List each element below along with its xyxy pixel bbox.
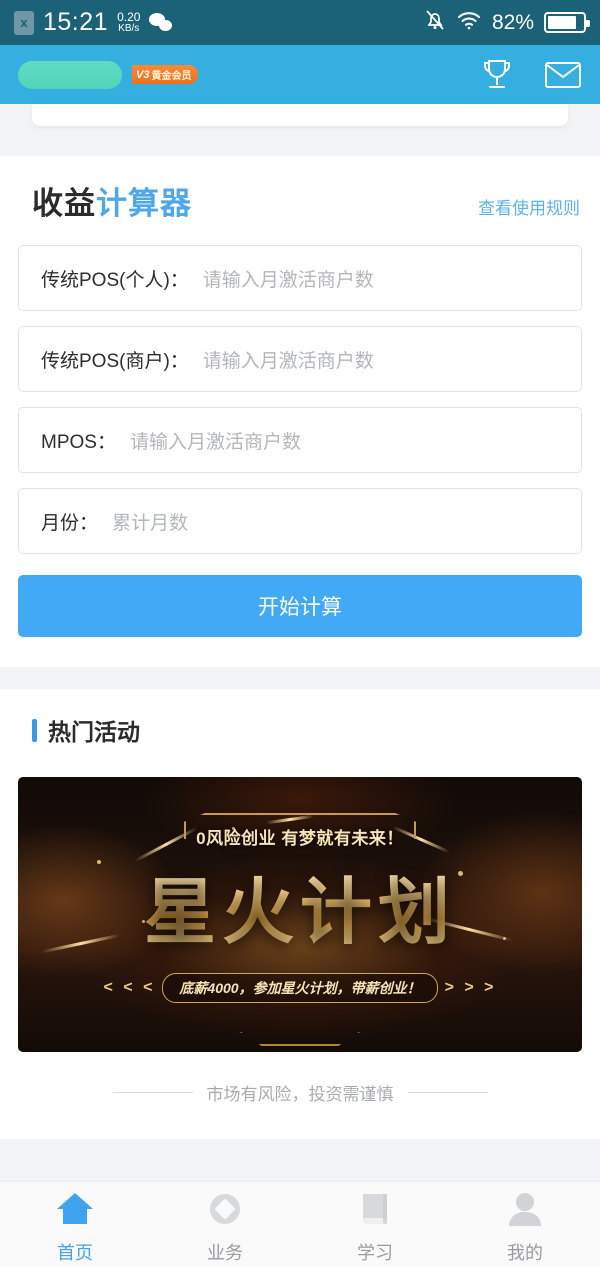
field-label: MPOS：: [41, 431, 116, 453]
vip-tier-label: 黄金会员: [151, 71, 192, 82]
field-label: 传统POS(个人)：: [41, 269, 189, 291]
field-label: 月份：: [41, 512, 99, 534]
tab-business[interactable]: 业务: [150, 1182, 300, 1267]
status-bar-clock: 15:21: [43, 8, 109, 36]
divider-right: [407, 1092, 488, 1093]
calculator-title-plain: 收益: [32, 186, 96, 221]
diamond-icon: [204, 1190, 246, 1233]
book-icon: [354, 1190, 396, 1233]
field-label: 传统POS(商户)：: [41, 350, 189, 372]
field-placeholder[interactable]: 请输入月激活商户数: [203, 265, 374, 292]
battery-percent-label: 82%: [491, 10, 534, 34]
field-months[interactable]: 月份： 累计月数: [18, 488, 582, 554]
hot-activity-section: 热门活动 0风险创业 有梦就有未来！ 星火计划 < < < 底薪4000，参加星…: [0, 689, 600, 1052]
banner-ribbon-text: 底薪4000，参加星火计划，带薪创业！: [162, 973, 438, 1003]
wifi-icon: [456, 9, 482, 36]
section-title: 热门活动: [48, 719, 140, 745]
divider-left: [112, 1092, 193, 1093]
sim-card-label: x: [20, 15, 28, 30]
calculator-title-accent: 计算器: [96, 186, 192, 221]
banner-arrows-left: < < <: [103, 979, 156, 996]
wechat-icon: [149, 12, 173, 33]
home-icon: [54, 1190, 96, 1233]
partial-card-above[interactable]: [0, 104, 600, 126]
status-bar-left: x 15:21 0.20 KB/s: [14, 8, 173, 37]
tab-study[interactable]: 学习: [300, 1182, 450, 1267]
tab-home[interactable]: 首页: [0, 1182, 150, 1267]
field-mpos[interactable]: MPOS： 请输入月激活商户数: [18, 407, 582, 473]
banner-ribbon: < < < 底薪4000，参加星火计划，带薪创业！ > > >: [18, 973, 582, 1003]
hot-activity-header: 热门活动: [18, 713, 582, 747]
banner-main-title: 星火计划: [18, 853, 582, 958]
field-placeholder[interactable]: 累计月数: [112, 508, 188, 535]
person-icon: [504, 1190, 546, 1233]
field-placeholder[interactable]: 请输入月激活商户数: [130, 427, 301, 454]
network-speed-unit: KB/s: [118, 22, 140, 34]
bottom-tab-bar: 首页 业务 学习 我的: [0, 1181, 600, 1267]
banner-subtitle: 0风险创业 有梦就有未来！: [196, 829, 404, 848]
field-traditional-pos-merchant[interactable]: 传统POS(商户)： 请输入月激活商户数: [18, 326, 582, 392]
banner-chevron-ornament: [240, 1032, 360, 1046]
calculator-header: 收益计算器 查看使用规则: [18, 178, 582, 223]
sim-card-icon: x: [14, 10, 34, 35]
tab-mine[interactable]: 我的: [450, 1182, 600, 1267]
page-title: 收益计算器: [32, 178, 192, 223]
start-calculation-button[interactable]: 开始计算: [18, 575, 582, 637]
field-traditional-pos-personal[interactable]: 传统POS(个人)： 请输入月激活商户数: [18, 245, 582, 311]
tab-label: 业务: [207, 1243, 243, 1263]
trophy-icon[interactable]: [480, 57, 514, 93]
banner-arrows-right: > > >: [444, 979, 497, 996]
tab-label: 我的: [507, 1243, 543, 1263]
tab-label: 学习: [357, 1243, 393, 1263]
username-redacted: [18, 60, 122, 89]
status-bar-right: 82%: [424, 8, 590, 37]
app-header: V3 黄金会员: [0, 45, 600, 104]
vip-badge[interactable]: V3 黄金会员: [132, 65, 199, 84]
battery-icon: [544, 12, 590, 33]
earnings-calculator-section: 收益计算器 查看使用规则 传统POS(个人)： 请输入月激活商户数 传统POS(…: [0, 156, 600, 667]
header-actions: [480, 57, 582, 93]
section-accent-bar: [32, 718, 37, 742]
disclaimer-text: 市场有风险，投资需谨慎: [206, 1085, 394, 1104]
field-placeholder[interactable]: 请输入月激活商户数: [203, 346, 374, 373]
bell-mute-icon: [424, 8, 446, 37]
tab-label: 首页: [57, 1243, 93, 1263]
user-summary[interactable]: V3 黄金会员: [18, 60, 199, 89]
mail-icon[interactable]: [544, 59, 582, 91]
view-rules-link[interactable]: 查看使用规则: [478, 194, 580, 219]
activity-banner[interactable]: 0风险创业 有梦就有未来！ 星火计划 < < < 底薪4000，参加星火计划，带…: [18, 777, 582, 1052]
risk-disclaimer: 市场有风险，投资需谨慎: [0, 1052, 600, 1139]
network-speed: 0.20 KB/s: [117, 11, 140, 33]
network-speed-value: 0.20: [117, 10, 141, 25]
status-bar: x 15:21 0.20 KB/s 82%: [0, 0, 600, 45]
vip-level-label: V3: [136, 68, 150, 81]
